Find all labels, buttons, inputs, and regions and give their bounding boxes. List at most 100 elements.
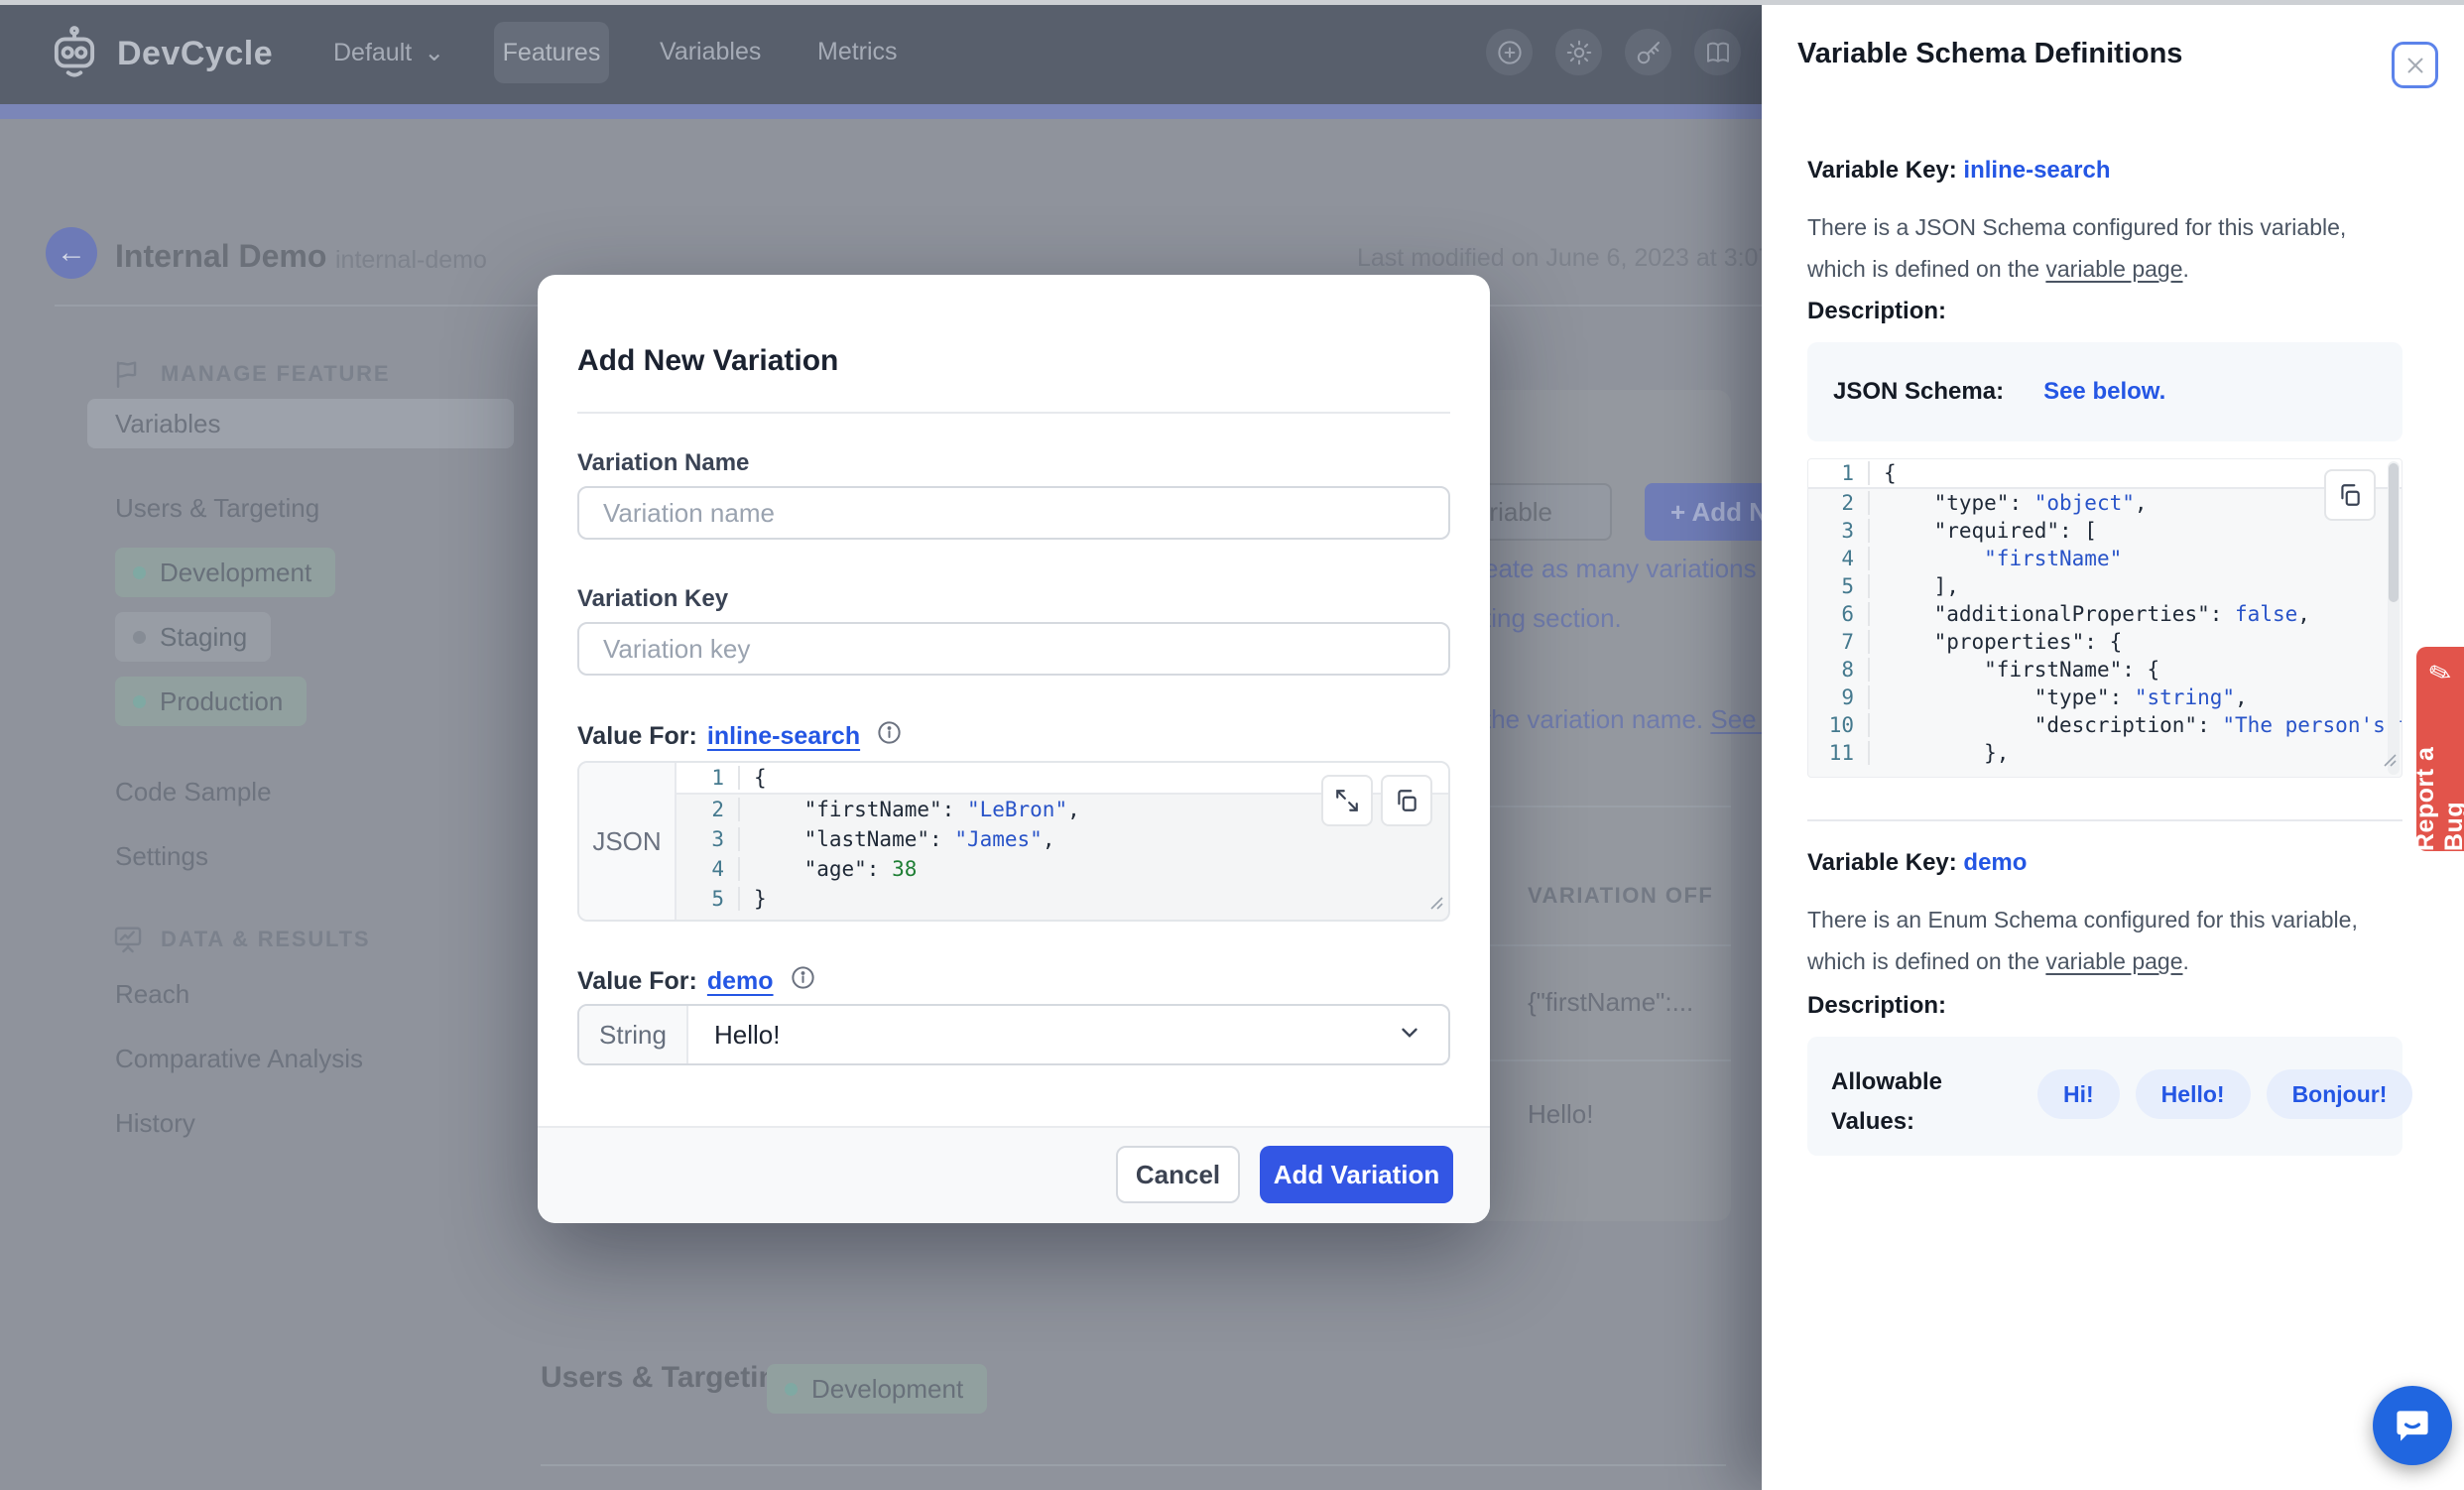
book-icon[interactable]: [1694, 29, 1741, 75]
variation-name-label: Variation Name: [577, 449, 749, 477]
value-for-json-row: Value For: inline-search: [577, 719, 903, 753]
status-dot: [133, 566, 146, 579]
allowable-value-pill[interactable]: Hi!: [2037, 1069, 2120, 1119]
back-button[interactable]: ←: [46, 227, 97, 279]
code-line: 4 "firstName": [1808, 545, 2402, 572]
variable-page-link[interactable]: variable page: [2045, 948, 2182, 974]
sidebar-item-settings[interactable]: Settings: [87, 831, 514, 881]
selected-value: Hello!: [688, 1020, 1397, 1051]
allowable-value-pill[interactable]: Hello!: [2136, 1069, 2251, 1119]
feature-title: Internal Demo: [115, 238, 326, 275]
variation-key-input[interactable]: Variation key: [577, 622, 1450, 676]
code-line: 7 "properties": {: [1808, 628, 2402, 656]
status-dot: [133, 695, 146, 708]
chevron-down-icon: ⌄: [424, 38, 444, 67]
schema-code-block[interactable]: 1{2 "type": "object",3 "required": [4 "f…: [1807, 458, 2402, 778]
panel-title: Variable Schema Definitions: [1797, 38, 2182, 70]
code-line: 5 ],: [1808, 572, 2402, 600]
json-value-editor[interactable]: JSON 1{2 "firstName": "LeBron",3 "lastNa…: [577, 761, 1450, 922]
scrollbar[interactable]: [2388, 461, 2400, 775]
brand-name: DevCycle: [117, 35, 273, 73]
inline-search-link[interactable]: inline-search: [707, 722, 860, 751]
sidebar-item-variables[interactable]: Variables: [87, 399, 514, 448]
code-line: 6 "additionalProperties": false,: [1808, 600, 2402, 628]
nav-tab-metrics[interactable]: Metrics: [817, 38, 898, 66]
code-line: 9 "type": "string",: [1808, 683, 2402, 711]
sidebar-env-pill-production[interactable]: Production: [115, 677, 307, 726]
app-root: DevCycle Default⌄ Features Variables Metri…: [0, 0, 2464, 1490]
report-bug-label: Report a Bug: [2411, 699, 2464, 851]
string-value-select[interactable]: String Hello!: [577, 1004, 1450, 1065]
key-icon[interactable]: [1625, 29, 1671, 75]
editor-type-label: JSON: [579, 763, 677, 920]
add-variation-modal: Add New Variation Variation Name Variati…: [538, 275, 1490, 1223]
variable-key-row: Variable Key: demo: [1807, 849, 2027, 877]
nav-tab-variables[interactable]: Variables: [660, 38, 761, 66]
description-label: Description:: [1807, 298, 1946, 325]
code-line: 2 "type": "object",: [1808, 489, 2402, 517]
add-variation-button[interactable]: Add Variation: [1260, 1146, 1453, 1203]
copy-icon[interactable]: [1381, 775, 1432, 826]
allowable-values-callout: Allowable Values: Hi!Hello!Bonjour!: [1807, 1037, 2402, 1156]
card-divider: [1484, 806, 1731, 807]
modal-title: Add New Variation: [577, 344, 838, 378]
plus-circle-icon[interactable]: [1486, 29, 1533, 75]
schema-paragraph: There is an Enum Schema configured for t…: [1807, 899, 2358, 982]
project-dropdown[interactable]: Default⌄: [333, 38, 444, 67]
status-dot: [133, 631, 146, 644]
table-divider: [1484, 1059, 1731, 1061]
copy-icon[interactable]: [2324, 469, 2376, 521]
report-bug-ribbon[interactable]: ✎ Report a Bug: [2416, 647, 2464, 851]
panel-divider: [1807, 819, 2402, 821]
feature-key: internal-demo: [335, 246, 487, 275]
devcycle-logo-icon: [46, 23, 103, 85]
see-below-link[interactable]: See below.: [2043, 378, 2165, 406]
chat-bubble-icon: [2391, 1404, 2434, 1447]
pencil-icon: ✎: [2424, 656, 2456, 692]
nav-tab-features[interactable]: Features: [494, 22, 609, 83]
chat-widget-button[interactable]: [2373, 1386, 2452, 1465]
demo-link[interactable]: demo: [707, 967, 774, 996]
sidebar-item-comparative-analysis[interactable]: Comparative Analysis: [87, 1034, 514, 1083]
info-icon[interactable]: [876, 719, 903, 753]
expand-editor-button[interactable]: [1321, 775, 1373, 826]
close-panel-button[interactable]: [2392, 42, 2438, 88]
resize-handle-icon[interactable]: [1428, 895, 1444, 916]
gear-icon[interactable]: [1555, 29, 1602, 75]
sidebar-section-data-results: DATA & RESULTS: [111, 915, 370, 964]
sidebar-item-reach[interactable]: Reach: [87, 969, 514, 1019]
status-dot: [785, 1383, 798, 1396]
card-description-line: eate as many variations an: [1484, 554, 1792, 584]
last-modified-text: Last modified on June 6, 2023 at 3:07 P: [1357, 244, 1795, 273]
info-icon[interactable]: [790, 964, 816, 998]
code-line: 4 "age": 38: [677, 854, 1448, 884]
sidebar-item-code-sample[interactable]: Code Sample: [87, 767, 514, 816]
cancel-button[interactable]: Cancel: [1116, 1146, 1240, 1203]
variable-page-link[interactable]: variable page: [2045, 256, 2182, 282]
brand: DevCycle: [46, 23, 273, 85]
description-label: Description:: [1807, 992, 1946, 1020]
environment-pill: Development: [767, 1364, 987, 1414]
variation-name-input[interactable]: Variation name: [577, 486, 1450, 540]
sidebar-env-pill-development[interactable]: Development: [115, 548, 335, 597]
variable-key-link[interactable]: inline-search: [1963, 157, 2110, 184]
code-line: 8 "firstName": {: [1808, 656, 2402, 683]
card-description-line: ting section.: [1484, 603, 1622, 634]
table-cell: Hello!: [1528, 1099, 1593, 1130]
code-line: 10 "description": "The person's fi": [1808, 711, 2402, 739]
sidebar-item-history[interactable]: History: [87, 1098, 514, 1148]
table-column-header: VARIATION OFF: [1528, 883, 1713, 909]
variable-key-row: Variable Key: inline-search: [1807, 157, 2110, 185]
table-cell: {"firstName":...: [1528, 987, 1693, 1018]
sidebar-item-users-targeting[interactable]: Users & Targeting: [87, 483, 514, 533]
resize-handle-icon[interactable]: [2382, 752, 2398, 773]
code-line: 5}: [677, 884, 1448, 914]
modal-divider: [577, 412, 1450, 414]
sidebar-env-pill-staging[interactable]: Staging: [115, 612, 271, 662]
value-for-string-row: Value For: demo: [577, 964, 816, 998]
chevron-down-icon: [1397, 1020, 1422, 1051]
variable-key-link[interactable]: demo: [1963, 849, 2027, 876]
allowable-value-pill[interactable]: Bonjour!: [2267, 1069, 2413, 1119]
schema-definitions-panel: Variable Schema Definitions Variable Key…: [1762, 0, 2464, 1490]
sidebar-section-manage-feature: MANAGE FEATURE: [111, 349, 390, 399]
